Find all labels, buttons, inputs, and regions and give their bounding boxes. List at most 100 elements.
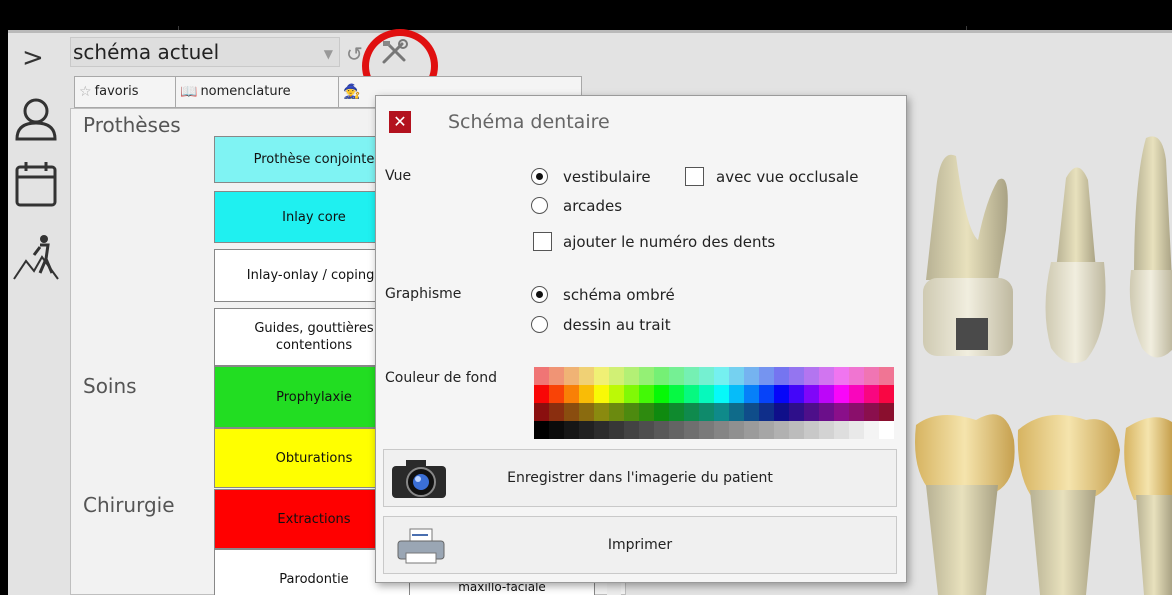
color-swatch[interactable] <box>819 385 834 403</box>
color-swatch[interactable] <box>759 367 774 385</box>
color-swatch[interactable] <box>804 403 819 421</box>
color-swatch[interactable] <box>624 385 639 403</box>
color-swatch[interactable] <box>834 367 849 385</box>
gray-swatch[interactable] <box>639 421 654 439</box>
gray-swatch[interactable] <box>744 421 759 439</box>
checkbox-numero-dents[interactable] <box>533 232 552 251</box>
gray-swatch[interactable] <box>879 421 894 439</box>
color-swatch[interactable] <box>879 367 894 385</box>
color-swatch[interactable] <box>744 385 759 403</box>
color-swatch[interactable] <box>819 403 834 421</box>
gray-swatch[interactable] <box>819 421 834 439</box>
color-swatch[interactable] <box>579 367 594 385</box>
color-swatch[interactable] <box>804 385 819 403</box>
gray-swatch[interactable] <box>849 421 864 439</box>
chevron-down-icon[interactable]: ▼ <box>324 47 333 61</box>
radio-dessin-trait[interactable] <box>531 316 548 333</box>
color-swatch[interactable] <box>699 385 714 403</box>
color-swatch[interactable] <box>534 403 549 421</box>
close-icon[interactable]: ✕ <box>389 111 411 133</box>
gray-swatch[interactable] <box>699 421 714 439</box>
undo-icon[interactable]: ↺ <box>346 42 363 66</box>
color-swatch[interactable] <box>729 403 744 421</box>
calendar-icon[interactable] <box>12 159 60 209</box>
color-swatch[interactable] <box>699 367 714 385</box>
color-swatch[interactable] <box>789 385 804 403</box>
gray-swatch[interactable] <box>579 421 594 439</box>
tab-favoris[interactable]: ☆ favoris <box>74 76 176 108</box>
save-imagerie-button[interactable]: Enregistrer dans l'imagerie du patient <box>383 449 897 507</box>
color-swatch[interactable] <box>879 385 894 403</box>
color-swatch[interactable] <box>579 385 594 403</box>
color-swatch[interactable] <box>579 403 594 421</box>
person-icon[interactable] <box>12 95 60 145</box>
color-swatch[interactable] <box>684 403 699 421</box>
color-swatch[interactable] <box>624 403 639 421</box>
gray-swatch[interactable] <box>729 421 744 439</box>
tab-nomenclature[interactable]: 📖 nomenclature <box>175 76 339 108</box>
color-swatch[interactable] <box>654 403 669 421</box>
color-swatch[interactable] <box>849 367 864 385</box>
radio-arcades[interactable] <box>531 197 548 214</box>
color-swatch[interactable] <box>654 385 669 403</box>
gray-swatch[interactable] <box>834 421 849 439</box>
color-swatch[interactable] <box>714 385 729 403</box>
schema-combobox[interactable]: schéma actuel ▼ <box>70 37 340 67</box>
color-swatch[interactable] <box>699 403 714 421</box>
color-swatch[interactable] <box>639 385 654 403</box>
gray-swatch[interactable] <box>654 421 669 439</box>
color-swatch[interactable] <box>684 367 699 385</box>
gray-swatch[interactable] <box>609 421 624 439</box>
color-swatch[interactable] <box>534 385 549 403</box>
gray-swatch[interactable] <box>549 421 564 439</box>
color-swatch[interactable] <box>819 367 834 385</box>
color-swatch[interactable] <box>549 367 564 385</box>
checkbox-occlusal[interactable] <box>685 167 704 186</box>
color-swatch[interactable] <box>609 403 624 421</box>
gray-swatch[interactable] <box>624 421 639 439</box>
color-swatch[interactable] <box>564 367 579 385</box>
color-swatch[interactable] <box>534 367 549 385</box>
color-swatch[interactable] <box>714 367 729 385</box>
color-swatch[interactable] <box>594 403 609 421</box>
color-swatch[interactable] <box>729 385 744 403</box>
gray-swatch[interactable] <box>759 421 774 439</box>
color-swatch[interactable] <box>639 403 654 421</box>
color-swatch[interactable] <box>864 385 879 403</box>
color-swatch[interactable] <box>864 367 879 385</box>
color-swatch[interactable] <box>834 385 849 403</box>
color-swatch[interactable] <box>654 367 669 385</box>
color-swatch[interactable] <box>609 385 624 403</box>
color-swatch[interactable] <box>744 367 759 385</box>
color-swatch[interactable] <box>774 403 789 421</box>
color-swatch[interactable] <box>879 403 894 421</box>
radio-vestibulaire[interactable] <box>531 168 548 185</box>
gray-swatch[interactable] <box>534 421 549 439</box>
color-swatch[interactable] <box>759 385 774 403</box>
gray-swatch[interactable] <box>864 421 879 439</box>
color-swatch[interactable] <box>639 367 654 385</box>
print-button[interactable]: Imprimer <box>383 516 897 574</box>
color-swatch[interactable] <box>774 367 789 385</box>
color-swatch[interactable] <box>789 367 804 385</box>
color-swatch[interactable] <box>564 403 579 421</box>
color-swatch[interactable] <box>744 403 759 421</box>
color-swatch[interactable] <box>624 367 639 385</box>
color-swatch[interactable] <box>849 403 864 421</box>
chevron-right-icon[interactable]: > <box>22 45 44 71</box>
gray-swatch[interactable] <box>774 421 789 439</box>
color-palette[interactable] <box>534 367 894 439</box>
color-swatch[interactable] <box>849 385 864 403</box>
color-swatch[interactable] <box>609 367 624 385</box>
color-swatch[interactable] <box>774 385 789 403</box>
color-swatch[interactable] <box>669 385 684 403</box>
color-swatch[interactable] <box>789 403 804 421</box>
color-swatch[interactable] <box>669 367 684 385</box>
color-swatch[interactable] <box>564 385 579 403</box>
gray-swatch[interactable] <box>594 421 609 439</box>
color-swatch[interactable] <box>669 403 684 421</box>
gray-swatch[interactable] <box>714 421 729 439</box>
gray-swatch[interactable] <box>684 421 699 439</box>
color-swatch[interactable] <box>594 385 609 403</box>
radio-schema-ombre[interactable] <box>531 286 548 303</box>
